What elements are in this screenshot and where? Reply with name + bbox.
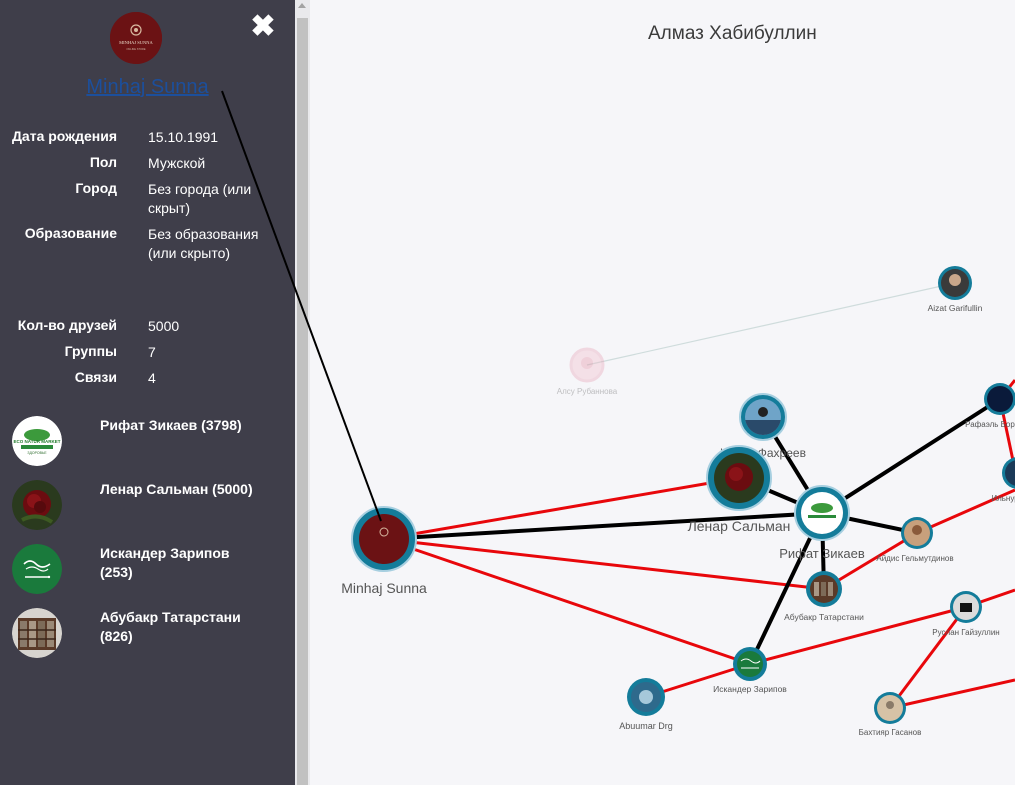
info-value: Без города (или скрыт) [148,181,252,216]
info-label: Город [75,180,117,196]
friend-avatar [12,544,62,594]
info-label: Группы [64,343,117,359]
friend-item-abubakr[interactable]: Абубакр Татарстани (826) [12,608,282,660]
profile-avatar-tagline: ONLINE STORE [126,47,146,51]
info-value: 5000 [148,318,180,334]
graph-node-abuumar[interactable]: Abuumar Drg [619,678,673,731]
profile-avatar[interactable]: MINHAJ SUNNA ONLINE STORE [110,12,162,64]
scroll-up-arrow-icon[interactable] [298,3,306,8]
info-value: Без образования (или скрыто) [148,226,259,261]
node-label: Рифат Зикаев [779,546,865,561]
node-label: Ильнур [991,494,1015,503]
friend-avatar [12,608,62,658]
close-icon[interactable]: ✖ [250,12,276,42]
graph-node-aizat[interactable]: Aizat Garifullin [928,266,983,313]
graph-edge [820,397,1002,515]
profile-name-link[interactable]: Minhaj Sunna [0,76,295,99]
graph-node-ilnur[interactable]: Ильнур [991,457,1015,503]
friend-avatar: ECO NATUR MARKET ЗДОРОВЬЕ [12,416,62,466]
graph-node-abubakr[interactable]: Абубакр Татарстани [784,571,864,622]
profile-avatar-brand: MINHAJ SUNNA [119,40,153,45]
node-label: Ленар Сальман [688,518,791,534]
friend-item-lenar[interactable]: Ленар Сальман (5000) [12,480,282,532]
graph-edge [586,282,956,366]
graph-node-rifat[interactable]: Рифат Зикаев [779,485,865,561]
profile-sidebar: MINHAJ SUNNA ONLINE STORE ✖ Minhaj Sunna… [0,0,295,785]
node-label: Искандер Зарипов [713,684,787,694]
friend-avatar [12,480,62,530]
friend-avatar-brand: ECO NATUR MARKET [14,439,61,444]
node-label: Руслан Гайзуллин [932,628,999,637]
node-label: Бахтияр Гасанов [859,728,922,737]
graph-node-minhaj[interactable]: Minhaj Sunna [341,506,427,596]
info-label: Дата рождения [11,128,117,144]
friend-name[interactable]: Ленар Сальман (5000) [100,480,260,499]
friend-name[interactable]: Рифат Зикаев (3798) [100,416,260,435]
graph-node-rafael[interactable]: Рафаэль Бор [965,383,1015,429]
info-label: Образование [24,225,117,241]
profile-avatar-logo: MINHAJ SUNNA ONLINE STORE [110,12,162,64]
info-label: Кол-во друзей [17,317,117,333]
graph-node-aidis[interactable]: Айдис Гельмутдинов [876,517,954,563]
info-label: Связи [74,369,117,385]
info-value: 15.10.1991 [148,129,219,145]
node-label: Алсу Рубаннова [557,387,618,396]
friend-avatar-tagline: ЗДОРОВЬЕ [27,451,47,455]
info-value: 4 [148,370,156,386]
info-value: 7 [148,344,156,360]
graph-node-bakhtiyar[interactable]: Бахтияр Гасанов [859,692,922,737]
graph-edge [383,537,825,591]
node-label: Aizat Garifullin [928,303,983,313]
friend-name[interactable]: Искандер Зарипов (253) [100,544,260,582]
node-label: Minhaj Sunna [341,580,427,596]
social-graph-canvas[interactable]: Алсу Рубаннова Aizat Garifullin Рафаэль … [310,0,1015,785]
scrollbar-thumb[interactable] [297,18,308,785]
info-value: Мужской [148,155,206,171]
friend-item-rifat[interactable]: ECO NATUR MARKET ЗДОРОВЬЕ Рифат Зикаев (… [12,416,282,468]
node-label: Абубакр Татарстани [784,612,864,622]
node-label: Айдис Гельмутдинов [876,554,953,563]
node-label: Abuumar Drg [619,721,673,731]
node-label: Рафаэль Бор [965,420,1015,429]
graph-node-alsu[interactable]: Алсу Рубаннова [557,347,618,396]
friend-item-iskander[interactable]: Искандер Зарипов (253) [12,544,282,596]
graph-edge [383,537,751,666]
info-label: Пол [89,154,117,170]
sidebar-scrollbar[interactable] [295,0,310,785]
friend-name[interactable]: Абубакр Татарстани (826) [100,608,260,646]
